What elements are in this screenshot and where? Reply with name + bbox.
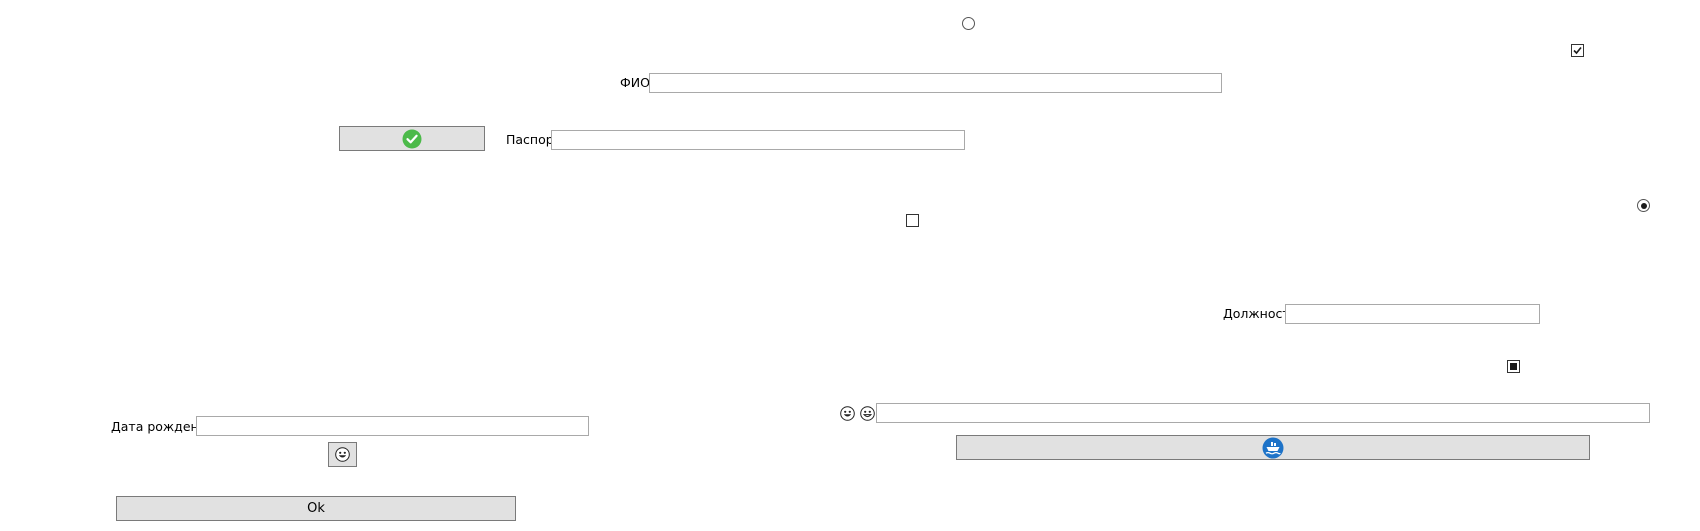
checkbox-middle[interactable] [906,214,919,227]
checkbox-top-right[interactable] [1571,44,1584,57]
extra-field[interactable] [876,403,1650,423]
fio-label: ФИО [620,75,650,90]
passport-field[interactable] [551,130,965,150]
radio-top[interactable] [962,17,975,30]
smiling-face-icon [860,406,875,421]
fio-field[interactable] [649,73,1222,93]
birthdate-field[interactable] [196,416,589,436]
checkbox-indeterminate[interactable] [1507,360,1520,373]
grinning-face-icon [840,406,855,421]
checkmark-icon [1573,46,1582,55]
radio-right-selected[interactable] [1637,199,1650,212]
ok-button[interactable]: Ok [116,496,516,521]
ship-button[interactable] [956,435,1590,460]
grinning-face-icon [335,447,350,462]
blue-ship-circle-icon [1262,437,1284,458]
emoji-button[interactable] [328,442,357,467]
position-field[interactable] [1285,304,1540,324]
confirm-button[interactable] [339,126,485,151]
green-check-circle-icon [402,129,422,148]
